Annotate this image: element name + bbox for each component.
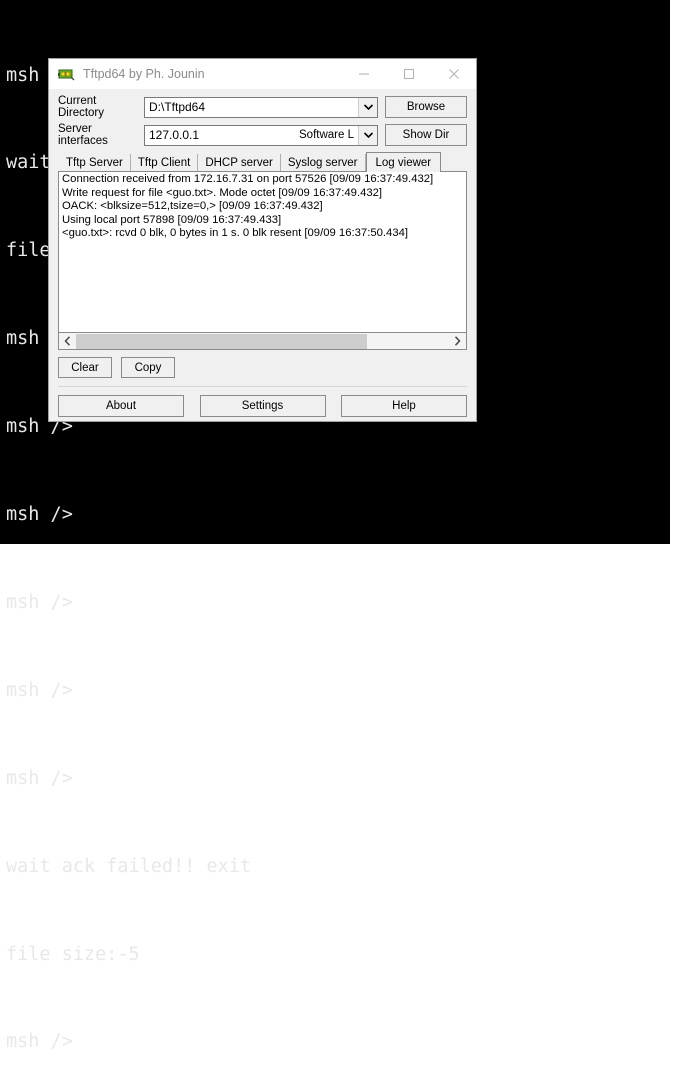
chevron-down-icon[interactable] (358, 97, 377, 117)
current-directory-combo[interactable]: D:\Tftpd64 (144, 96, 378, 118)
show-dir-button[interactable]: Show Dir (385, 124, 467, 146)
server-interfaces-value: 127.0.0.1 (149, 128, 200, 142)
log-horizontal-scrollbar[interactable] (58, 333, 467, 350)
current-directory-label: Current Directory (58, 95, 105, 119)
log-line: Connection received from 172.16.7.31 on … (62, 173, 434, 185)
help-button[interactable]: Help (341, 395, 467, 417)
tab-syslog-server[interactable]: Syslog server (280, 154, 366, 171)
tab-bar: Tftp Server Tftp Client DHCP server Sysl… (58, 152, 467, 172)
terminal-line: file size:-5 (6, 943, 140, 965)
window-controls (341, 59, 476, 89)
footer-buttons: About Settings Help (58, 395, 467, 417)
chevron-right-icon[interactable] (449, 334, 466, 349)
terminal-line: wait ack failed!! exit (6, 855, 252, 877)
log-line: Write request for file <guo.txt>. Mode o… (62, 186, 383, 199)
terminal-line: msh /> (6, 591, 73, 613)
scrollbar-track[interactable] (76, 333, 449, 349)
log-line: Using local port 57898 [09/09 16:37:49.4… (62, 213, 282, 226)
tftpd64-window[interactable]: Tftpd64 by Ph. Jounin Current Directory … (48, 58, 477, 422)
tab-tftp-server[interactable]: Tftp Server (59, 154, 131, 171)
current-directory-value: D:\Tftpd64 (149, 100, 206, 114)
chevron-down-icon[interactable] (358, 125, 377, 145)
server-interfaces-secondary: Software L (299, 129, 354, 141)
settings-button[interactable]: Settings (199, 395, 326, 417)
tftpd-app-icon (58, 67, 75, 82)
log-viewer-list[interactable]: Connection received from 172.16.7.31 on … (58, 171, 467, 333)
copy-button[interactable]: Copy (121, 357, 175, 378)
clear-button[interactable]: Clear (58, 357, 112, 378)
about-button[interactable]: About (58, 395, 184, 417)
server-interfaces-label: Server interfaces (58, 123, 108, 147)
browse-button[interactable]: Browse (385, 96, 467, 118)
minimize-icon[interactable] (341, 59, 386, 89)
title-bar[interactable]: Tftpd64 by Ph. Jounin (49, 59, 476, 89)
log-line: OACK: <blksize=512,tsize=0,> [09/09 16:3… (62, 200, 323, 213)
tab-dhcp-server[interactable]: DHCP server (198, 154, 281, 171)
dialog-body: Current Directory D:\Tftpd64 Browse Serv… (49, 89, 476, 417)
log-actions: Clear Copy (58, 357, 467, 378)
maximize-icon[interactable] (386, 59, 431, 89)
tab-tftp-client[interactable]: Tftp Client (130, 154, 199, 171)
chevron-left-icon[interactable] (59, 334, 76, 349)
tab-log-viewer[interactable]: Log viewer (365, 152, 442, 172)
terminal-line: msh /> (6, 679, 73, 701)
window-title: Tftpd64 by Ph. Jounin (83, 67, 205, 81)
current-directory-row: Current Directory D:\Tftpd64 Browse (58, 95, 467, 119)
scrollbar-thumb[interactable] (76, 333, 367, 349)
terminal-line: msh /> (6, 1031, 73, 1053)
close-icon[interactable] (431, 59, 476, 89)
terminal-line: msh /> (6, 767, 73, 789)
server-interfaces-row: Server interfaces 127.0.0.1 Software L S… (58, 123, 467, 147)
log-line: <guo.txt>: rcvd 0 blk, 0 bytes in 1 s. 0… (62, 227, 409, 240)
server-interfaces-combo[interactable]: 127.0.0.1 Software L (144, 124, 378, 146)
footer-divider (58, 386, 467, 387)
terminal-line: msh /> (6, 504, 73, 526)
